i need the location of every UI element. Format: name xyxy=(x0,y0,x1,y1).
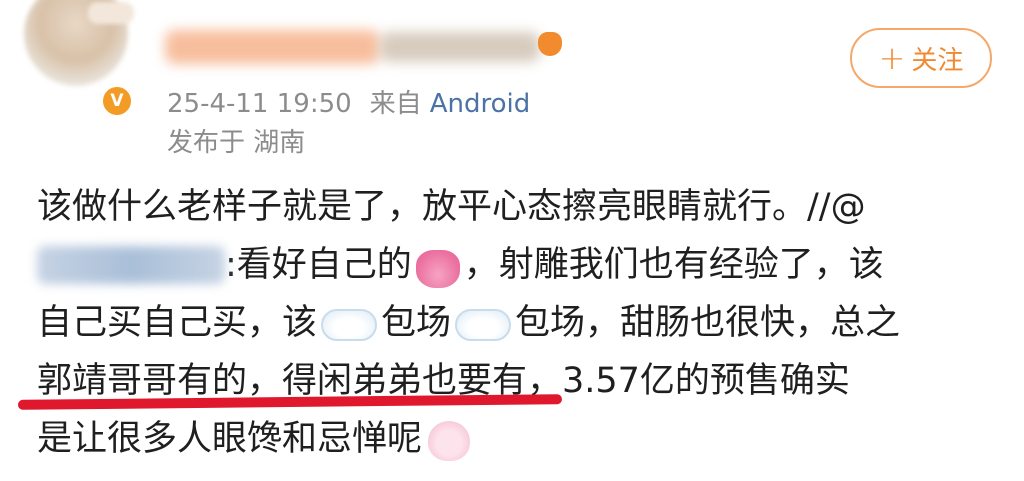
mention-link-blurred[interactable] xyxy=(37,246,225,284)
content-line-2: :看好自己的 ，射雕我们也有经验了，该 xyxy=(37,236,997,294)
post-timestamp: 25-4-11 19:50 xyxy=(167,89,352,119)
username-blur-part1 xyxy=(165,30,380,64)
device-link[interactable]: Android xyxy=(430,89,531,119)
content-line-3-b: 包场 xyxy=(381,303,452,343)
avatar-decoration xyxy=(88,2,134,24)
rabbit-emoji xyxy=(428,421,471,461)
follow-label: 关注 xyxy=(911,45,964,76)
weibo-post: V 25-4-11 19:50 来自 Android 发布于 湖南 + 关注 该做什么… xyxy=(0,0,1024,481)
post-location: 发布于 湖南 xyxy=(167,128,306,158)
content-line-3: 自己买自己买，该 包场 包场，甜肠也很快，总之 xyxy=(37,294,997,352)
content-line-2-tail: ，射雕我们也有经验了，该 xyxy=(463,245,884,285)
cloud-emoji xyxy=(455,309,512,341)
follow-button[interactable]: + 关注 xyxy=(850,28,992,88)
content-line-5: 是让很多人眼馋和忌惮呢 xyxy=(37,410,997,468)
content-line-3-c: 包场，甜肠也很快，总之 xyxy=(515,303,901,343)
content-line-1-text: 该做什么老样子就是了，放平心态擦亮眼睛就行。//@ xyxy=(37,187,866,227)
content-line-5-text: 是让很多人眼馋和忌惮呢 xyxy=(37,419,423,459)
source-prefix: 来自 xyxy=(369,89,422,119)
verified-icon: V xyxy=(100,84,134,118)
post-meta: 25-4-11 19:50 来自 Android xyxy=(167,83,530,120)
purse-emoji xyxy=(415,250,460,288)
post-content: 该做什么老样子就是了，放平心态擦亮眼睛就行。//@ :看好自己的 ，射雕我们也有经… xyxy=(37,178,997,468)
content-line-2-text: :看好自己的 xyxy=(225,245,412,285)
content-line-3-a: 自己买自己买，该 xyxy=(37,303,318,343)
content-line-1: 该做什么老样子就是了，放平心态擦亮眼睛就行。//@ xyxy=(37,178,997,236)
username-blurred[interactable] xyxy=(165,22,540,72)
plus-icon: + xyxy=(878,39,906,77)
cloud-emoji xyxy=(321,309,378,341)
username-blur-part2 xyxy=(380,32,540,62)
fox-icon xyxy=(538,32,562,56)
